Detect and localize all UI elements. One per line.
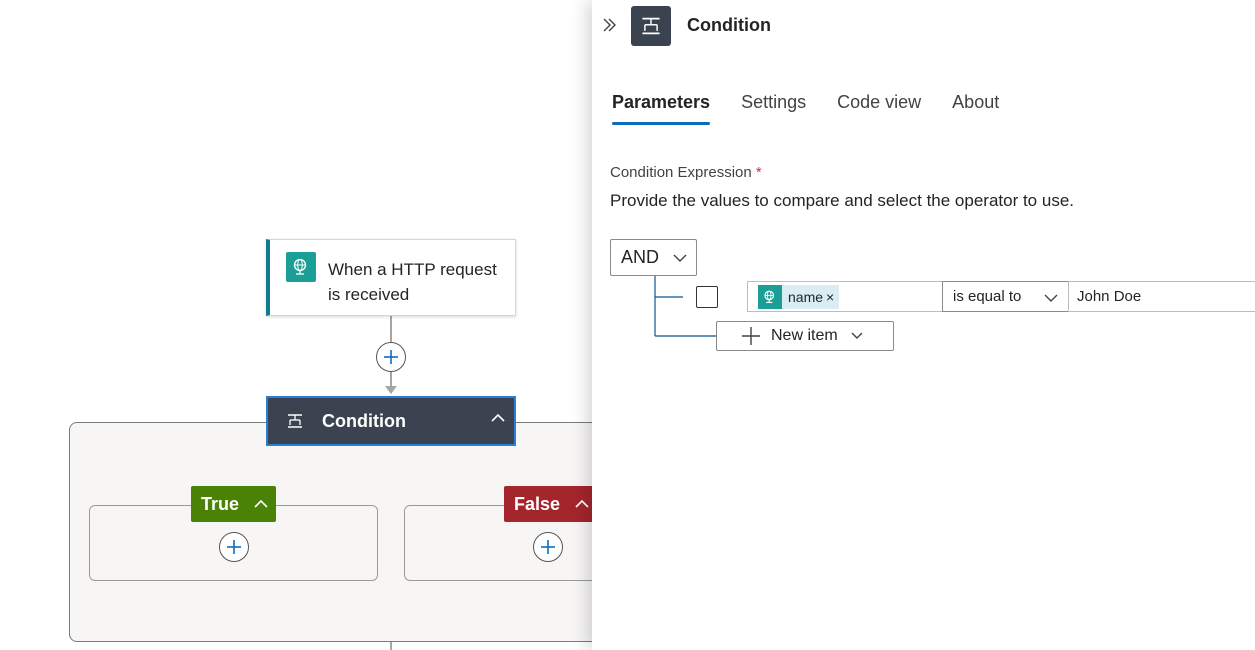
condition-node-label: Condition — [322, 410, 406, 431]
plus-icon — [742, 327, 760, 345]
true-add-action-button[interactable] — [219, 532, 249, 562]
token-label: name — [788, 288, 824, 305]
condition-icon — [288, 414, 302, 428]
add-step-button[interactable] — [376, 342, 406, 372]
chevron-up-icon — [575, 499, 589, 508]
chevron-up-icon[interactable] — [490, 410, 506, 426]
group-tree-lines — [654, 276, 716, 337]
trigger-card[interactable]: When a HTTP request is received — [266, 239, 516, 316]
plus-icon — [227, 540, 241, 554]
operator-select[interactable]: is equal to — [942, 281, 1069, 312]
new-item-button[interactable]: New item — [716, 321, 894, 351]
right-operand-input[interactable]: John Doe — [1068, 281, 1255, 312]
details-panel: Condition Parameters Settings Code view … — [592, 0, 1255, 650]
chevron-down-icon — [851, 332, 863, 339]
false-add-action-button[interactable] — [533, 532, 563, 562]
plus-icon — [384, 350, 398, 364]
group-operator-select[interactable]: AND — [610, 239, 697, 276]
chevron-down-icon — [1044, 294, 1058, 302]
true-branch-text: True — [201, 493, 240, 514]
dynamic-content-token: name × — [758, 284, 840, 309]
http-request-icon — [286, 252, 316, 282]
designer-canvas: When a HTTP request is received Conditio… — [0, 0, 592, 650]
plus-icon — [541, 540, 555, 554]
group-operator-value: AND — [621, 247, 660, 267]
operator-value: is equal to — [953, 288, 1022, 305]
new-item-label: New item — [771, 327, 838, 344]
false-branch-text: False — [514, 493, 561, 514]
left-operand-input[interactable]: name × — [747, 281, 943, 312]
right-operand-value: John Doe — [1077, 288, 1142, 305]
token-remove-button[interactable]: × — [826, 289, 834, 305]
chevron-up-icon — [254, 499, 268, 508]
http-request-icon — [758, 284, 782, 309]
chevron-down-icon — [673, 254, 687, 262]
trigger-title: When a HTTP request is received — [328, 260, 497, 304]
condition-node[interactable]: Condition — [266, 396, 516, 446]
false-branch-label[interactable]: False — [504, 486, 592, 522]
true-branch-label[interactable]: True — [191, 486, 276, 522]
row-checkbox[interactable] — [696, 286, 718, 308]
